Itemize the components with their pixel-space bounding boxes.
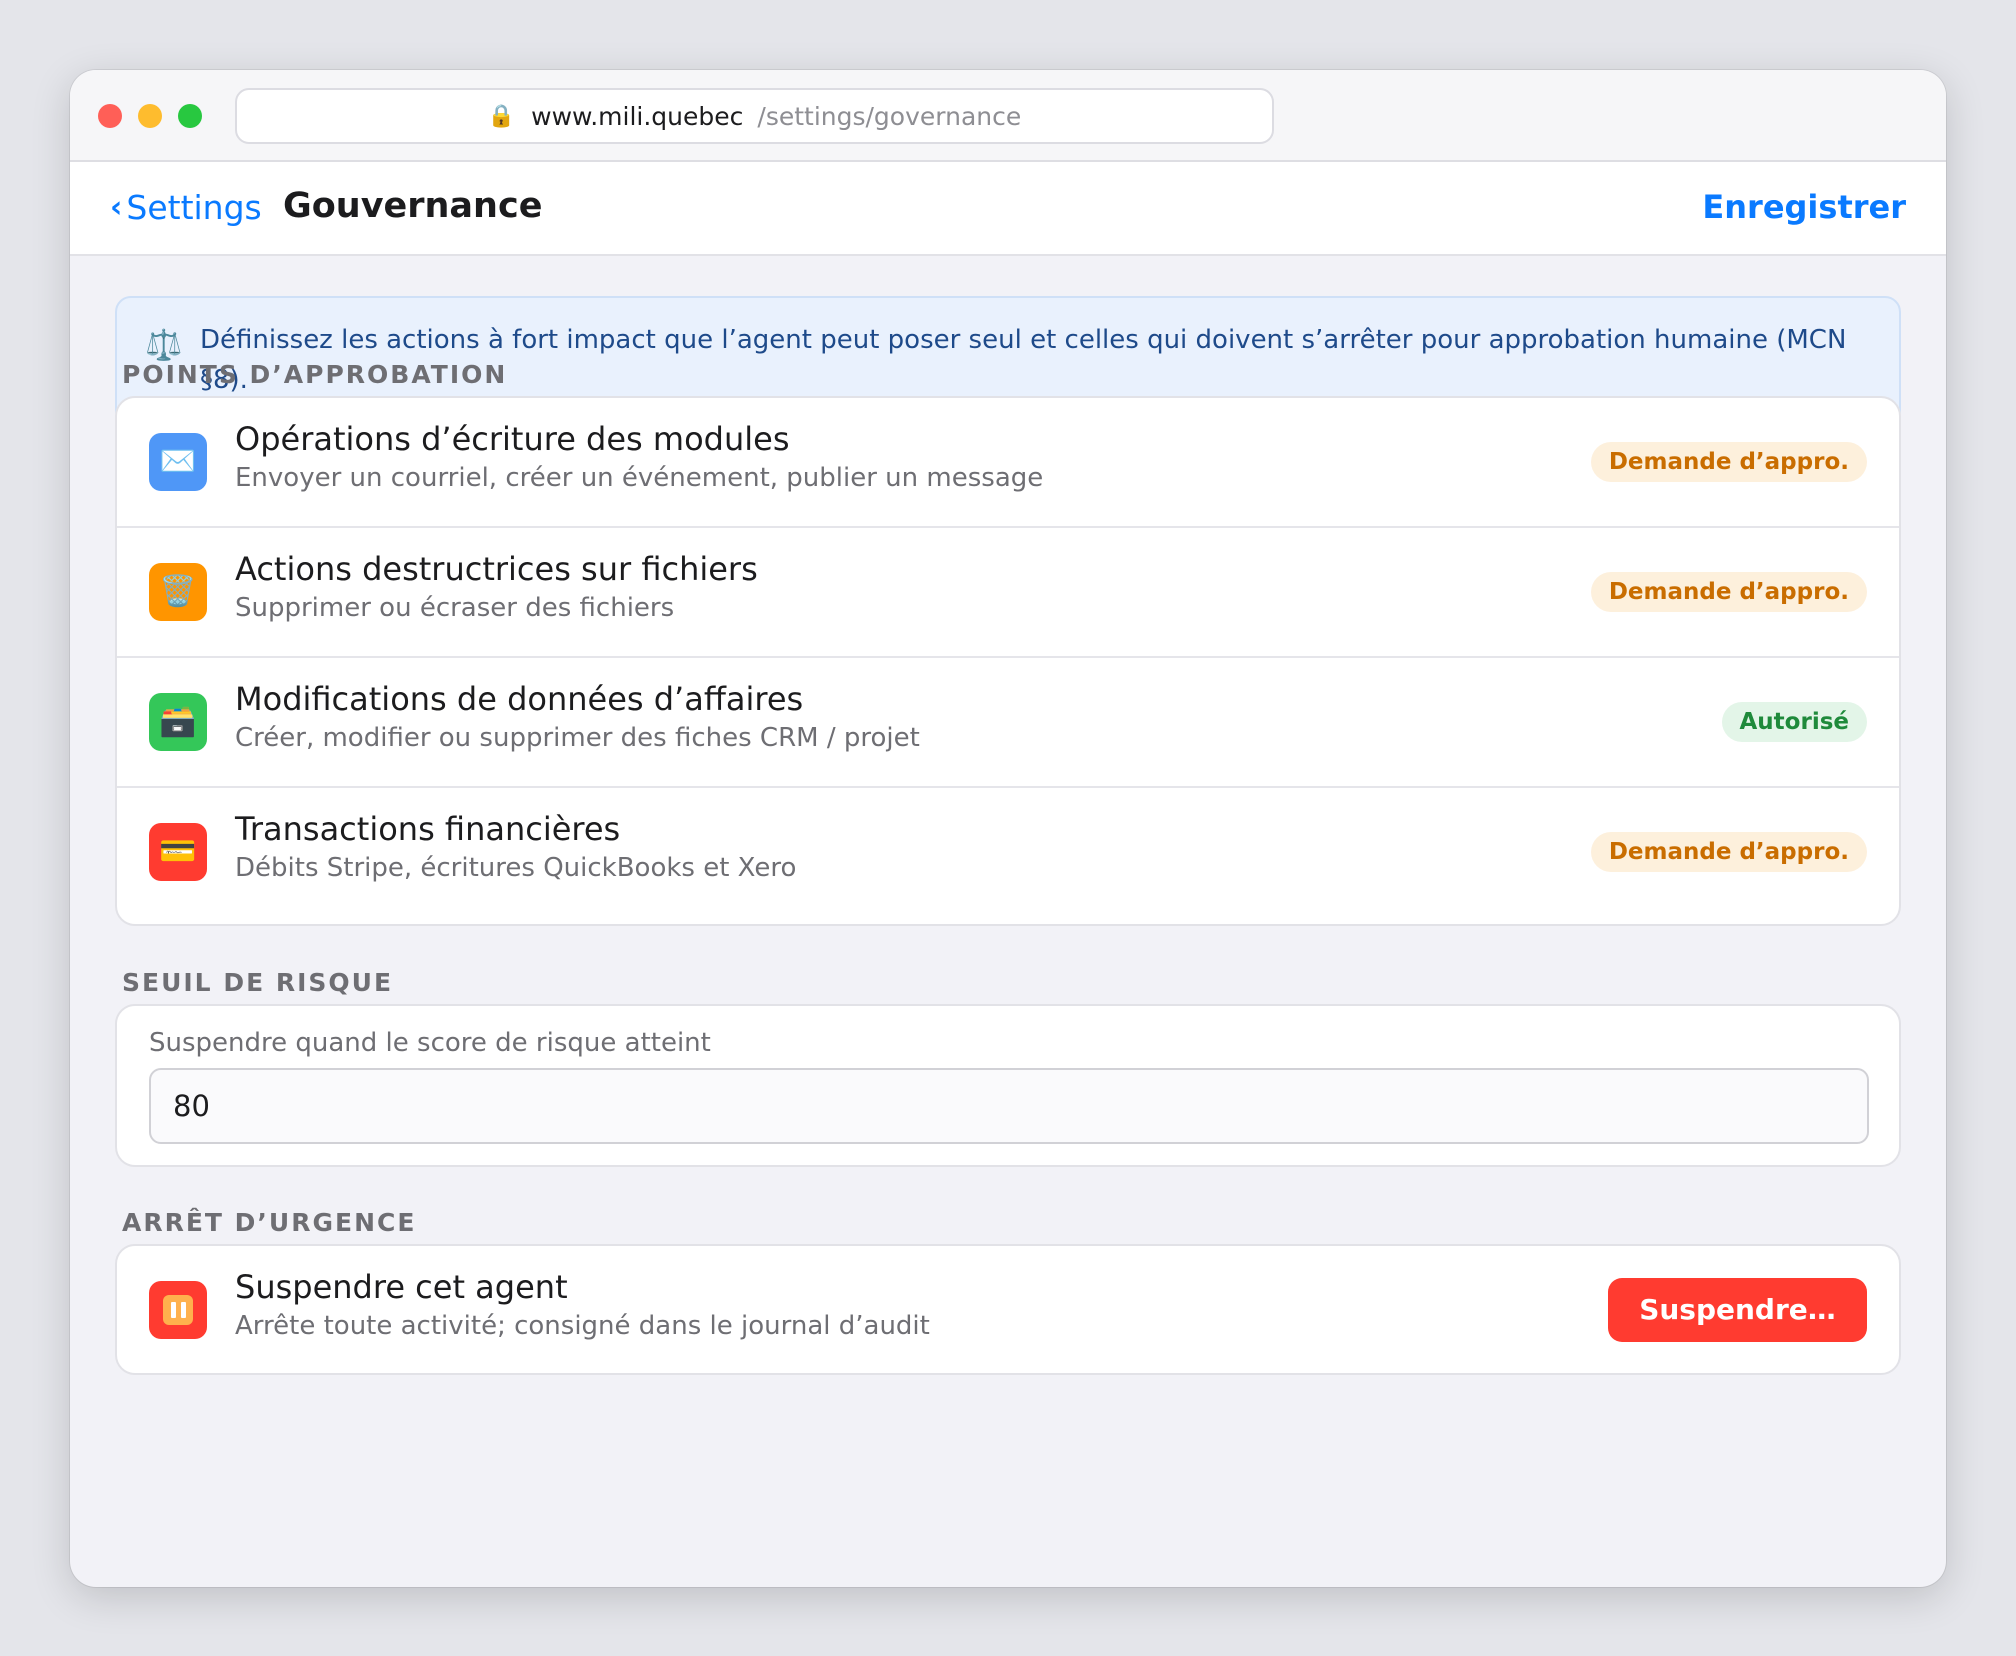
row-title: Opérations d’écriture des modules <box>235 420 790 458</box>
status-badge[interactable]: Autorisé <box>1721 702 1867 742</box>
row-subtitle: Envoyer un courriel, créer un événement,… <box>235 463 1044 493</box>
page-title: Gouvernance <box>283 186 543 226</box>
row-title: Modifications de données d’affaires <box>235 680 804 718</box>
chevron-left-icon: ‹ <box>110 190 123 225</box>
section-title-risk: SEUIL DE RISQUE <box>122 968 394 997</box>
maximize-window-button[interactable] <box>178 104 202 128</box>
row-subtitle: Créer, modifier ou supprimer des fiches … <box>235 723 920 753</box>
credit-card-icon: 💳 <box>149 823 207 881</box>
browser-window: 🔒 www.mili.quebec /settings/governance ‹… <box>70 70 1946 1587</box>
suspend-agent-row: Suspendre cet agent Arrête toute activit… <box>117 1246 1899 1373</box>
approval-row-module-writes[interactable]: ✉️ Opérations d’écriture des modules Env… <box>117 398 1899 528</box>
approval-list: ✉️ Opérations d’écriture des modules Env… <box>115 396 1901 926</box>
close-window-button[interactable] <box>98 104 122 128</box>
approval-row-business-data[interactable]: 🗃️ Modifications de données d’affaires C… <box>117 658 1899 788</box>
address-bar[interactable]: 🔒 www.mili.quebec /settings/governance <box>235 88 1274 144</box>
minimize-window-button[interactable] <box>138 104 162 128</box>
url-path: /settings/governance <box>757 101 1022 131</box>
url-host: www.mili.quebec <box>531 101 744 131</box>
file-cabinet-icon: 🗃️ <box>149 693 207 751</box>
pause-icon <box>149 1281 207 1339</box>
status-badge[interactable]: Demande d’appro. <box>1590 832 1867 872</box>
section-title-approval: POINTS D’APPROBATION <box>122 360 508 389</box>
row-subtitle: Débits Stripe, écritures QuickBooks et X… <box>235 853 797 883</box>
row-subtitle: Supprimer ou écraser des fichiers <box>235 593 675 623</box>
status-badge[interactable]: Demande d’appro. <box>1590 572 1867 612</box>
approval-row-financial[interactable]: 💳 Transactions financières Débits Stripe… <box>117 788 1899 918</box>
approval-row-file-destruction[interactable]: 🗑️ Actions destructrices sur fichiers Su… <box>117 528 1899 658</box>
risk-threshold-label: Suspendre quand le score de risque attei… <box>149 1028 711 1058</box>
emergency-stop-card: Suspendre cet agent Arrête toute activit… <box>115 1244 1901 1375</box>
save-button[interactable]: Enregistrer <box>1702 188 1906 226</box>
row-title: Transactions financières <box>235 810 621 848</box>
envelope-icon: ✉️ <box>149 433 207 491</box>
row-title: Suspendre cet agent <box>235 1268 568 1306</box>
risk-threshold-input[interactable] <box>149 1068 1869 1144</box>
row-title: Actions destructrices sur fichiers <box>235 550 758 588</box>
trash-icon: 🗑️ <box>149 563 207 621</box>
row-subtitle: Arrête toute activité; consigné dans le … <box>235 1311 930 1341</box>
scales-icon: ⚖️ <box>145 328 183 363</box>
browser-chrome: 🔒 www.mili.quebec /settings/governance <box>70 70 1946 162</box>
back-label: Settings <box>126 188 262 227</box>
navigation-bar: ‹ Settings Gouvernance Enregistrer <box>70 162 1946 256</box>
status-badge[interactable]: Demande d’appro. <box>1590 442 1867 482</box>
back-button[interactable]: ‹ Settings <box>110 188 262 227</box>
suspend-agent-button[interactable]: Suspendre… <box>1608 1278 1867 1342</box>
lock-icon: 🔒 <box>487 103 516 129</box>
risk-threshold-card: Suspendre quand le score de risque attei… <box>115 1004 1901 1167</box>
section-title-emergency: ARRÊT D’URGENCE <box>122 1208 417 1237</box>
